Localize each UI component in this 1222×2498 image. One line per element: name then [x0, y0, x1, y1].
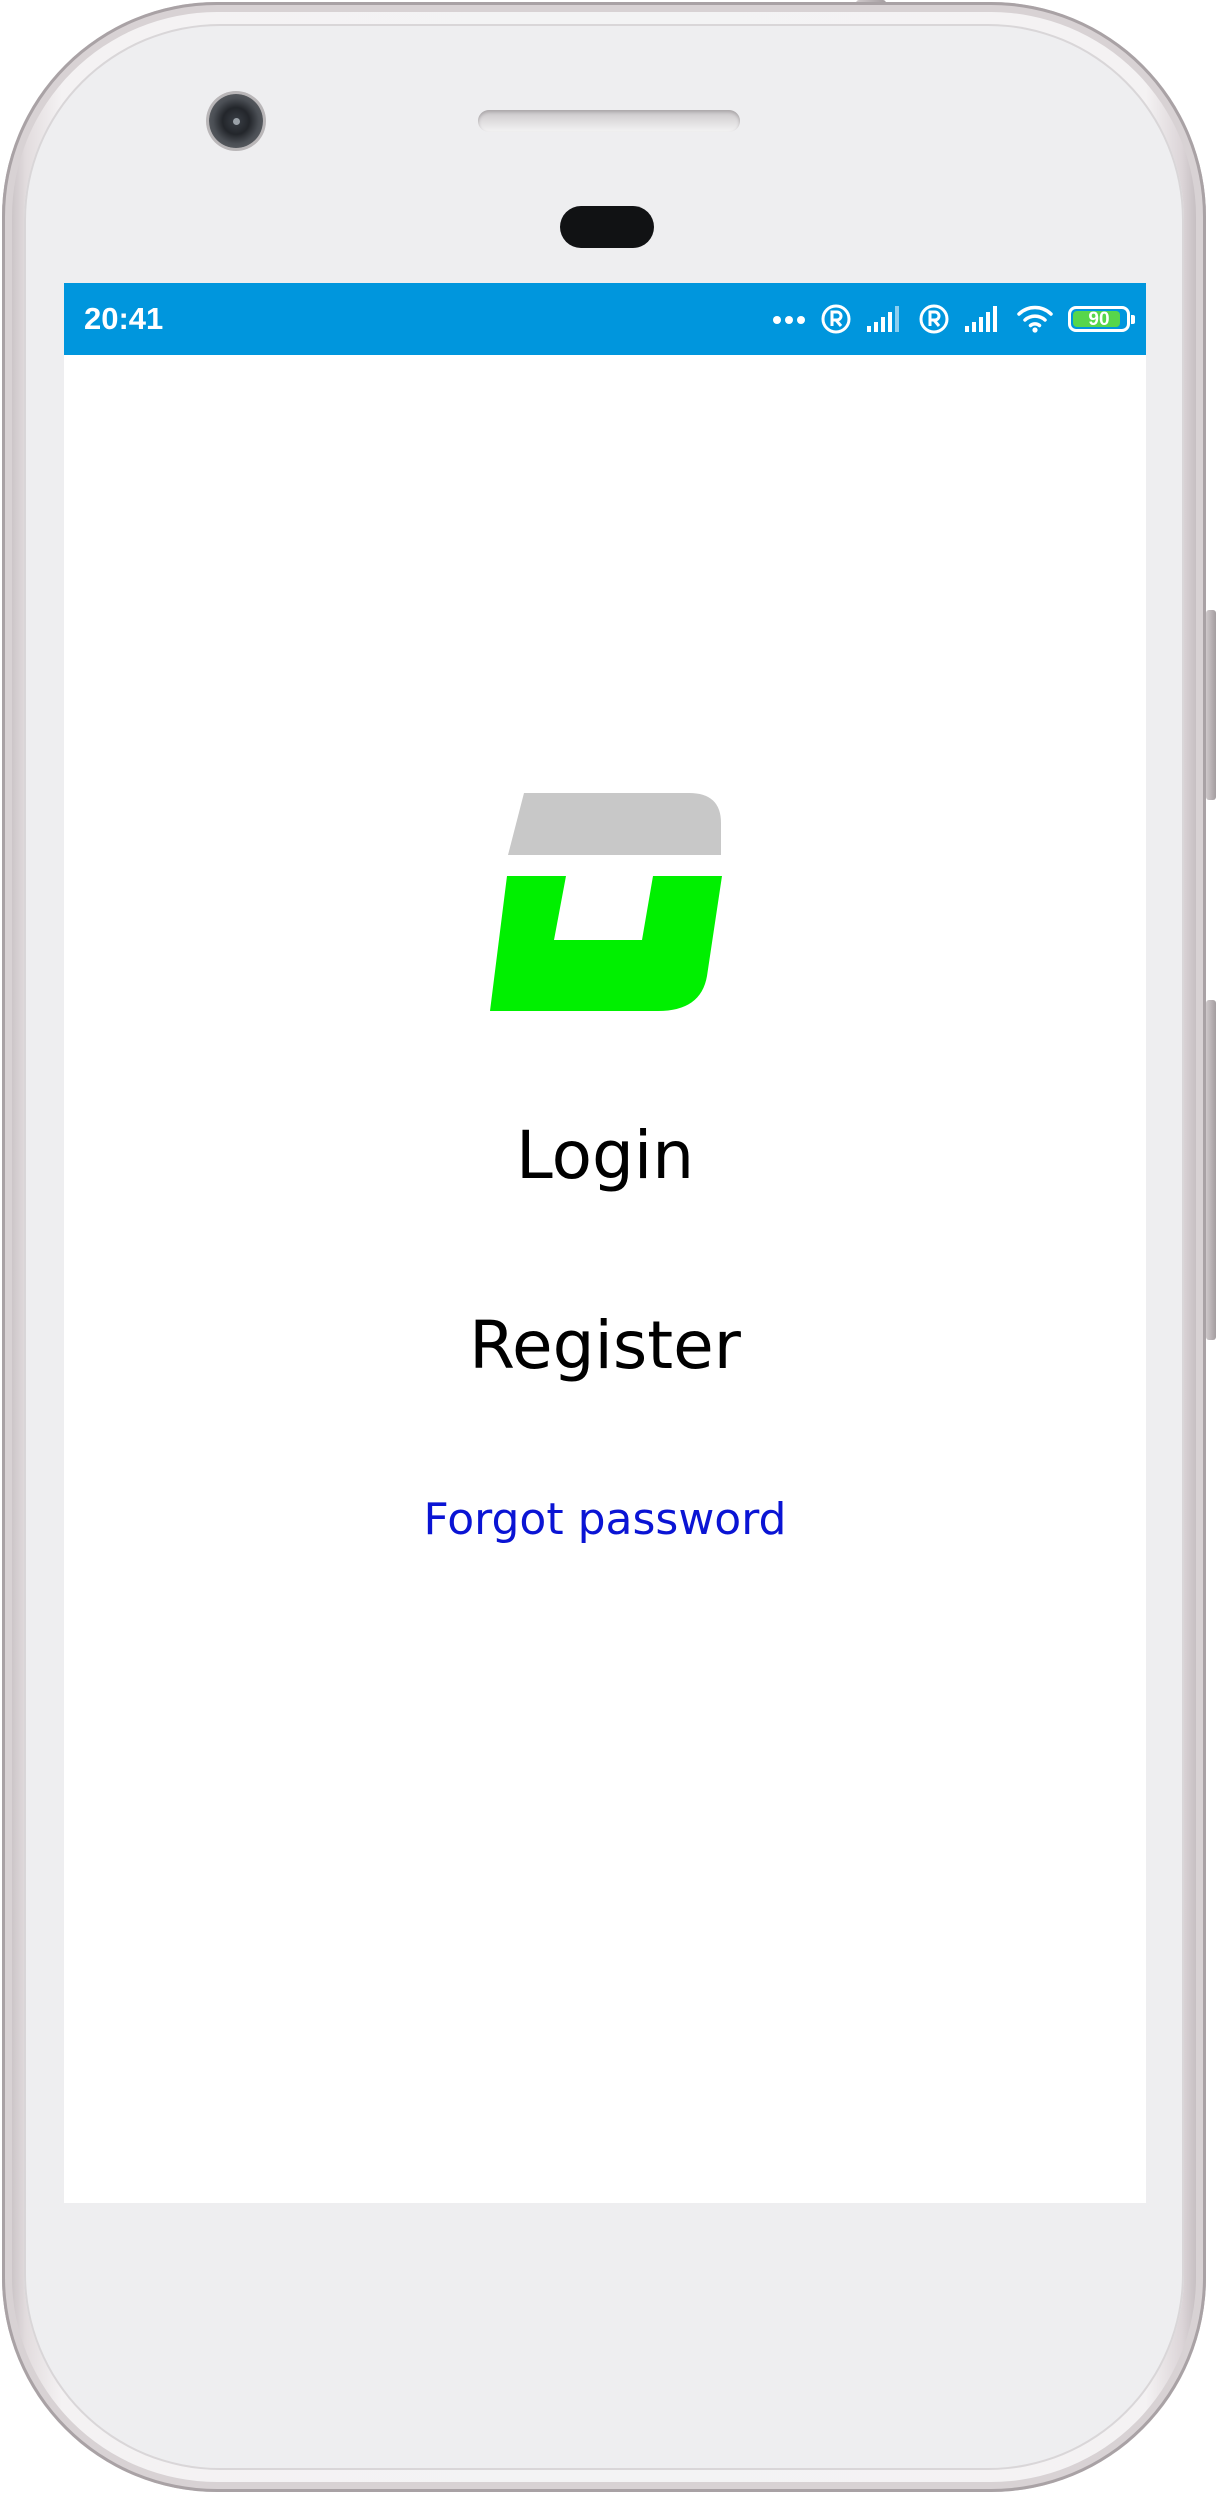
status-time: 20:41 [84, 301, 164, 336]
login-link[interactable]: Login [64, 1116, 1146, 1196]
power-button [1206, 1000, 1216, 1340]
front-camera [209, 94, 263, 148]
more-dots-icon [773, 316, 805, 324]
battery-icon: 90 [1068, 306, 1135, 332]
signal-icon [965, 306, 997, 332]
battery-level-text: 90 [1088, 309, 1110, 330]
device-mockup: 20:41 90 Login Register Forgot password [0, 0, 1222, 2498]
earpiece-speaker [478, 110, 740, 132]
proximity-sensor [560, 206, 654, 248]
app-logo-icon [490, 793, 722, 1011]
status-bar: 20:41 90 [64, 283, 1146, 355]
status-icons: 90 [772, 297, 1135, 341]
register-link[interactable]: Register [64, 1306, 1146, 1386]
phone-screen: 20:41 90 Login Register Forgot password [64, 283, 1146, 2203]
volume-button [1206, 610, 1216, 800]
signal-icon [867, 306, 899, 332]
forgot-password-link[interactable]: Forgot password [64, 1492, 1146, 1548]
roaming-r-icon [919, 304, 949, 334]
roaming-r-icon [821, 304, 851, 334]
wifi-icon [1017, 305, 1053, 333]
battery-tip [1131, 315, 1135, 324]
